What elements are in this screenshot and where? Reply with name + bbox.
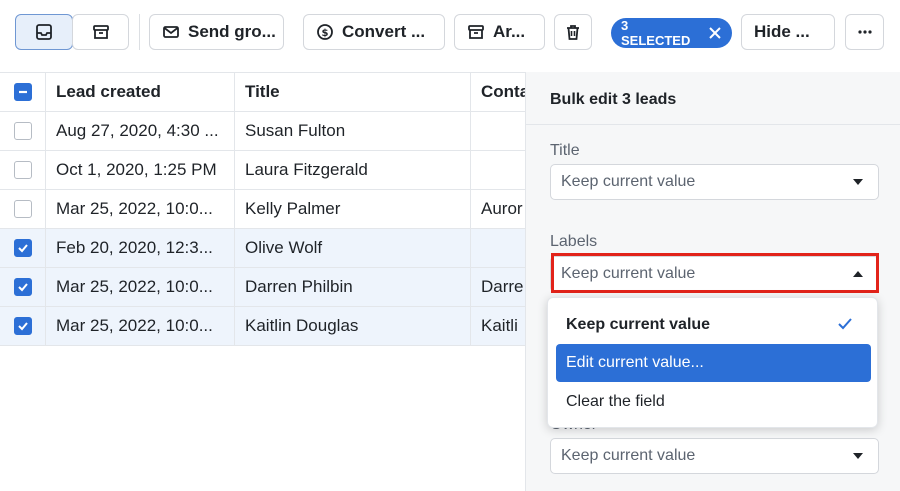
row-checkbox[interactable]	[13, 161, 32, 179]
archive-icon	[468, 25, 484, 39]
title-field-label: Title	[550, 142, 580, 159]
table-row[interactable]: Aug 27, 2020, 4:30 ... Susan Fulton	[0, 112, 525, 151]
owner-select[interactable]: Keep current value	[550, 438, 879, 474]
caret-down-icon	[853, 453, 863, 459]
option-label: Keep current value	[566, 316, 711, 333]
convert-button[interactable]: $ Convert ...	[303, 14, 445, 50]
title-cell[interactable]: Kaitlin Douglas	[235, 307, 471, 345]
row-checkbox[interactable]	[13, 239, 32, 257]
indeterminate-icon	[18, 90, 27, 94]
row-checkbox[interactable]	[13, 122, 32, 140]
close-icon[interactable]	[708, 26, 722, 40]
title-cell[interactable]: Susan Fulton	[235, 112, 471, 150]
row-checkbox[interactable]	[13, 278, 32, 296]
lead-created-cell: Mar 25, 2022, 10:0...	[46, 307, 235, 345]
labels-select-value: Keep current value	[561, 265, 696, 282]
contact-cell[interactable]	[471, 112, 525, 150]
mail-icon	[163, 26, 179, 38]
row-select-cell	[0, 268, 46, 306]
option-clear-the-field[interactable]: Clear the field	[556, 383, 871, 421]
title-select-value: Keep current value	[561, 173, 696, 190]
check-icon	[17, 244, 28, 253]
caret-down-icon	[853, 179, 863, 185]
row-checkbox[interactable]	[13, 317, 32, 335]
check-icon	[17, 283, 28, 292]
contact-cell[interactable]: Auror	[471, 190, 525, 228]
toolbar-divider	[139, 14, 140, 50]
labels-select[interactable]: Keep current value	[550, 256, 879, 292]
more-horizontal-icon	[857, 30, 872, 34]
send-group-email-label: Send gro...	[188, 22, 276, 41]
title-cell[interactable]: Kelly Palmer	[235, 190, 471, 228]
labels-field-label: Labels	[550, 233, 598, 250]
toolbar: Send gro... $ Convert ... Ar... 3 SELECT…	[0, 0, 900, 72]
column-header-title[interactable]: Title	[235, 73, 471, 111]
dollar-circle-icon: $	[317, 24, 333, 40]
option-label: Edit current value...	[566, 354, 704, 371]
contact-cell[interactable]	[471, 151, 525, 189]
panel-title: Bulk edit 3 leads	[550, 91, 677, 108]
selected-count-badge: 3 SELECTED	[611, 18, 732, 48]
option-edit-current-value[interactable]: Edit current value...	[556, 344, 871, 382]
contact-cell[interactable]: Kaitli	[471, 307, 525, 345]
caret-up-icon	[853, 271, 863, 277]
lead-created-cell: Feb 20, 2020, 12:3...	[46, 229, 235, 267]
panel-divider	[526, 124, 900, 125]
title-cell[interactable]: Darren Philbin	[235, 268, 471, 306]
row-select-cell	[0, 112, 46, 150]
title-cell[interactable]: Laura Fitzgerald	[235, 151, 471, 189]
leads-table: Lead created Title Conta Aug 27, 2020, 4…	[0, 72, 525, 491]
owner-select-value: Keep current value	[561, 447, 696, 464]
table-row[interactable]: Oct 1, 2020, 1:25 PM Laura Fitzgerald	[0, 151, 525, 190]
row-select-cell	[0, 151, 46, 189]
archive-box-icon	[92, 25, 109, 39]
table-row[interactable]: Mar 25, 2022, 10:0... Kaitlin Douglas Kait…	[0, 307, 525, 346]
hide-label: Hide ...	[754, 22, 810, 41]
inbox-icon	[36, 24, 52, 40]
row-select-cell	[0, 229, 46, 267]
row-select-cell	[0, 190, 46, 228]
title-cell[interactable]: Olive Wolf	[235, 229, 471, 267]
checkmark-icon	[838, 318, 852, 330]
bulk-edit-panel: Bulk edit 3 leads Title Keep current val…	[525, 72, 900, 491]
inbox-view-button[interactable]	[15, 14, 73, 50]
archive-label: Ar...	[493, 22, 526, 41]
table-row[interactable]: Mar 25, 2022, 10:0... Kelly Palmer Auror	[0, 190, 525, 229]
selected-count-label: 3 SELECTED	[621, 18, 691, 48]
option-keep-current-value[interactable]: Keep current value	[556, 306, 871, 344]
option-label: Clear the field	[566, 393, 665, 410]
svg-text:$: $	[322, 28, 329, 39]
convert-label: Convert ...	[342, 22, 426, 41]
check-icon	[17, 322, 28, 331]
contact-cell[interactable]: Darre	[471, 268, 525, 306]
column-header-lead-created[interactable]: Lead created	[46, 73, 235, 111]
lead-created-cell: Mar 25, 2022, 10:0...	[46, 190, 235, 228]
lead-created-cell: Mar 25, 2022, 10:0...	[46, 268, 235, 306]
lead-created-cell: Oct 1, 2020, 1:25 PM	[46, 151, 235, 189]
select-all-checkbox[interactable]	[13, 83, 32, 101]
more-options-button[interactable]	[845, 14, 884, 50]
send-group-email-button[interactable]: Send gro...	[149, 14, 284, 50]
trash-icon	[567, 25, 579, 40]
labels-dropdown-menu: Keep current value Edit current value...…	[547, 297, 878, 428]
title-select[interactable]: Keep current value	[550, 164, 879, 200]
hide-button[interactable]: Hide ...	[741, 14, 835, 50]
delete-button[interactable]	[554, 14, 592, 50]
row-select-cell	[0, 307, 46, 345]
table-row[interactable]: Mar 25, 2022, 10:0... Darren Philbin Darre	[0, 268, 525, 307]
select-all-cell	[0, 73, 46, 111]
lead-created-cell: Aug 27, 2020, 4:30 ...	[46, 112, 235, 150]
archive-button[interactable]: Ar...	[454, 14, 545, 50]
row-checkbox[interactable]	[13, 200, 32, 218]
contact-cell[interactable]	[471, 229, 525, 267]
table-row[interactable]: Feb 20, 2020, 12:3... Olive Wolf	[0, 229, 525, 268]
table-header: Lead created Title Conta	[0, 72, 525, 112]
column-header-contact[interactable]: Conta	[471, 73, 525, 111]
archive-view-button[interactable]	[72, 14, 129, 50]
